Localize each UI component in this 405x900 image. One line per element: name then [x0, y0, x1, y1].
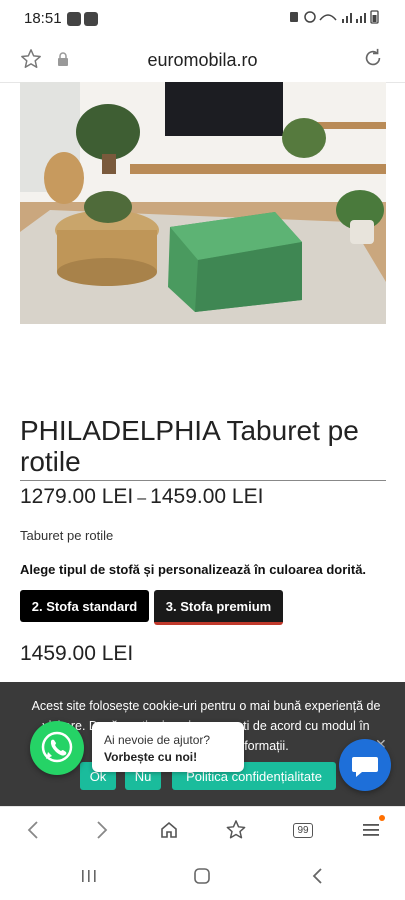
selected-price: 1459.00 LEI: [20, 642, 134, 665]
url-text[interactable]: euromobila.ro: [0, 50, 405, 71]
price-separator: –: [137, 490, 147, 507]
price-range: 1279.00 LEI –1459.00 LEI: [20, 485, 263, 509]
price-min: 1279.00 LEI: [20, 485, 134, 508]
back-icon[interactable]: [19, 817, 47, 843]
reload-icon[interactable]: [362, 47, 384, 74]
home-button-icon[interactable]: [187, 864, 217, 888]
forward-icon[interactable]: [88, 817, 116, 843]
whatsapp-button[interactable]: [30, 721, 84, 775]
system-nav-bar: [0, 852, 405, 900]
home-icon[interactable]: [155, 817, 183, 843]
whatsapp-icon: [41, 731, 73, 763]
product-title: PHILADELPHIA Taburet pe rotile: [20, 415, 359, 477]
browser-toolbar: 99: [0, 806, 405, 853]
recent-apps-icon[interactable]: [74, 864, 104, 888]
status-icons: [290, 10, 380, 27]
image-notification-icon: [84, 12, 98, 26]
bookmarks-icon[interactable]: [222, 817, 250, 843]
chat-button[interactable]: [339, 739, 391, 791]
whatsapp-tooltip-line2: Vorbește cu noi!: [104, 750, 198, 764]
product-image[interactable]: [20, 82, 386, 324]
option-premium-fabric-button[interactable]: 3. Stofa premium: [154, 590, 283, 625]
browser-url-bar: euromobila.ro: [0, 38, 405, 83]
whatsapp-tooltip-line1: Ai nevoie de ajutor?: [104, 733, 211, 747]
system-back-icon[interactable]: [302, 864, 332, 888]
chat-bubble-icon: [352, 757, 378, 777]
status-bar: 18:51: [0, 0, 405, 38]
price-max: 1459.00 LEI: [150, 485, 264, 508]
tab-count: 99: [293, 822, 313, 838]
menu-notification-dot: [379, 815, 385, 821]
status-time: 18:51: [24, 10, 62, 27]
option-standard-fabric-button[interactable]: 2. Stofa standard: [20, 590, 149, 622]
tabs-icon[interactable]: 99: [289, 817, 317, 843]
fabric-instruction: Alege tipul de stofă și personalizează î…: [20, 562, 367, 577]
whatsapp-tooltip[interactable]: Ai nevoie de ajutor? Vorbește cu noi!: [92, 722, 244, 772]
title-divider: [20, 480, 386, 481]
notification-icon: [67, 12, 81, 26]
menu-icon[interactable]: [357, 815, 385, 843]
product-subtitle: Taburet pe rotile: [20, 528, 114, 543]
